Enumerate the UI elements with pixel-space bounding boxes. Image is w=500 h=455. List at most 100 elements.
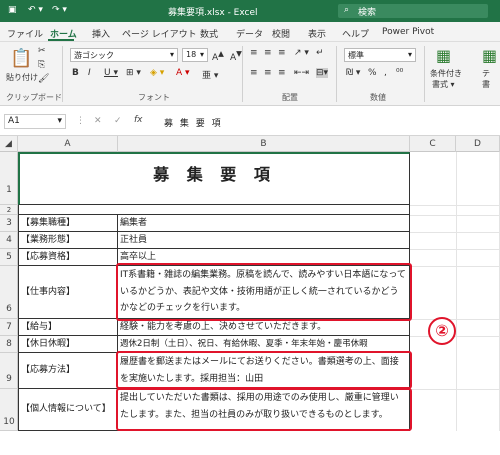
highlight-box-privacy [116,388,412,431]
phonetic-icon[interactable]: 亜 ▾ [202,68,218,81]
align-center-icon[interactable]: ≡ [264,68,272,78]
currency-icon[interactable]: ₪ ▾ [346,68,360,78]
number-format-select[interactable]: 標準 ▾ [344,48,416,62]
row-header-9[interactable]: 9 [0,353,18,389]
cell-a2[interactable] [18,205,410,215]
function-icon[interactable]: fx [134,115,143,125]
annotation-number-2: ② [428,317,456,345]
cell-a3[interactable]: 【募集職種】 [18,215,118,232]
underline-button[interactable]: U ▾ [104,68,118,78]
tab-file[interactable]: ファイル [7,27,43,40]
cell-b4[interactable]: 正社員 [118,232,410,249]
row-header-7[interactable]: 7 [0,319,18,336]
conditional-format-button[interactable]: 条件付き [430,68,462,79]
cell-a10[interactable]: 【個人情報について】 [18,389,118,431]
formula-bar: A1 ▾ ⋮ ✕ ✓ fx 募 集 要 項 [0,106,500,136]
align-middle-icon[interactable]: ≡ [264,48,272,58]
separator [62,46,63,102]
tab-page-layout[interactable]: ページ レイアウト [122,27,197,40]
gridline [410,215,500,216]
align-left-icon[interactable]: ≡ [250,68,258,78]
align-top-icon[interactable]: ≡ [250,48,258,58]
cut-icon[interactable]: ✂ [38,46,46,56]
cancel-icon[interactable]: ✕ [94,116,102,126]
column-header-a[interactable]: A [18,136,118,152]
column-headers: ◢ A B C D [0,136,500,152]
row-header-5[interactable]: 5 [0,249,18,266]
orientation-icon[interactable]: ↗ ▾ [294,48,309,58]
font-color-icon[interactable]: A ▾ [176,68,190,78]
font-grow-icon[interactable]: A▲ [212,49,224,63]
name-box[interactable]: A1 ▾ [4,114,66,129]
cell-a5[interactable]: 【応募資格】 [18,249,118,266]
table-format-icon[interactable]: ▦ [482,46,497,65]
paste-icon[interactable]: 📋 [10,48,32,69]
column-header-b[interactable]: B [118,136,410,152]
border-icon[interactable]: ⊞ ▾ [126,68,141,78]
merge-center-icon[interactable]: ⊟▾ [316,68,329,78]
cell-a4[interactable]: 【業務形態】 [18,232,118,249]
autosave-icon[interactable]: ▣ [8,5,17,15]
conditional-format-icon[interactable]: ▦ [436,46,451,65]
row-headers: 1 2 3 4 5 6 7 8 9 10 [0,152,18,431]
tab-help[interactable]: ヘルプ [342,27,369,40]
font-name-value: 游ゴシック [74,51,114,60]
cell-a6[interactable]: 【仕事内容】 [18,266,118,319]
cell-b3[interactable]: 編集者 [118,215,410,232]
row-header-3[interactable]: 3 [0,215,18,232]
row-header-2[interactable]: 2 [0,205,18,215]
cell-a7[interactable]: 【給与】 [18,319,118,336]
bold-button[interactable]: B [72,68,79,78]
separator [424,46,425,102]
cell-a9[interactable]: 【応募方法】 [18,353,118,389]
paste-button[interactable]: 貼り付け [6,72,38,83]
column-header-d[interactable]: D [456,136,500,152]
table-format-button[interactable]: テ [482,68,490,79]
tab-power-pivot[interactable]: Power Pivot [382,27,434,37]
cell-b7[interactable]: 経験・能力を考慮の上、決めさせていただきます。 [118,319,410,336]
copy-icon[interactable]: ⎘ [38,60,45,70]
align-bottom-icon[interactable]: ≡ [278,48,286,58]
decimal-icon[interactable]: ⁰⁰ [396,68,403,78]
tab-view[interactable]: 表示 [308,27,326,40]
search-box[interactable]: ⌕ 検索 [338,4,488,18]
percent-icon[interactable]: % [368,68,377,78]
gridline [410,266,500,267]
comma-icon[interactable]: , [384,68,387,78]
redo-icon[interactable]: ↷ ▾ [52,5,67,15]
conditional-format-button-line2[interactable]: 書式 ▾ [432,79,455,90]
separator [242,46,243,102]
format-painter-icon[interactable]: 🖌 [38,74,49,84]
italic-button[interactable]: I [88,68,91,78]
tab-formulas[interactable]: 数式 [200,27,218,40]
font-size-select[interactable]: 18 ▾ [182,48,208,62]
row-header-1[interactable]: 1 [0,152,18,205]
fill-color-icon[interactable]: ◈ ▾ [150,68,164,78]
chevron-down-icon: ▾ [199,50,204,59]
select-all-corner[interactable]: ◢ [0,136,18,152]
wrap-text-icon[interactable]: ↵ [316,48,324,58]
formula-input[interactable]: 募 集 要 項 [164,116,223,129]
number-group-label: 数値 [370,93,386,102]
row-header-8[interactable]: 8 [0,336,18,353]
row-header-10[interactable]: 10 [0,389,18,431]
font-shrink-icon[interactable]: A▼ [230,49,242,63]
chevron-down-icon: ▾ [169,50,174,59]
separator [336,46,337,102]
table-format-button-line2[interactable]: 書 [482,79,490,90]
ribbon: 📋 貼り付け ✂ ⎘ 🖌 クリップボード 游ゴシック ▾ 18 ▾ A▲ A▼ B … [0,42,500,106]
indent-icon[interactable]: ⇤⇥ [294,68,309,78]
row-header-4[interactable]: 4 [0,232,18,249]
gridline [410,249,500,250]
column-header-c[interactable]: C [410,136,456,152]
font-name-select[interactable]: 游ゴシック ▾ [70,48,178,62]
tab-insert[interactable]: 挿入 [92,27,110,40]
align-right-icon[interactable]: ≡ [278,68,286,78]
row-header-6[interactable]: 6 [0,266,18,319]
undo-icon[interactable]: ↶ ▾ [28,5,43,15]
sheet-title-cell[interactable]: 募 集 要 項 [18,152,410,205]
cell-a8[interactable]: 【休日休暇】 [18,336,118,353]
tab-review[interactable]: 校閲 [272,27,290,40]
enter-icon[interactable]: ✓ [114,116,122,126]
tab-data[interactable]: データ [236,27,263,40]
